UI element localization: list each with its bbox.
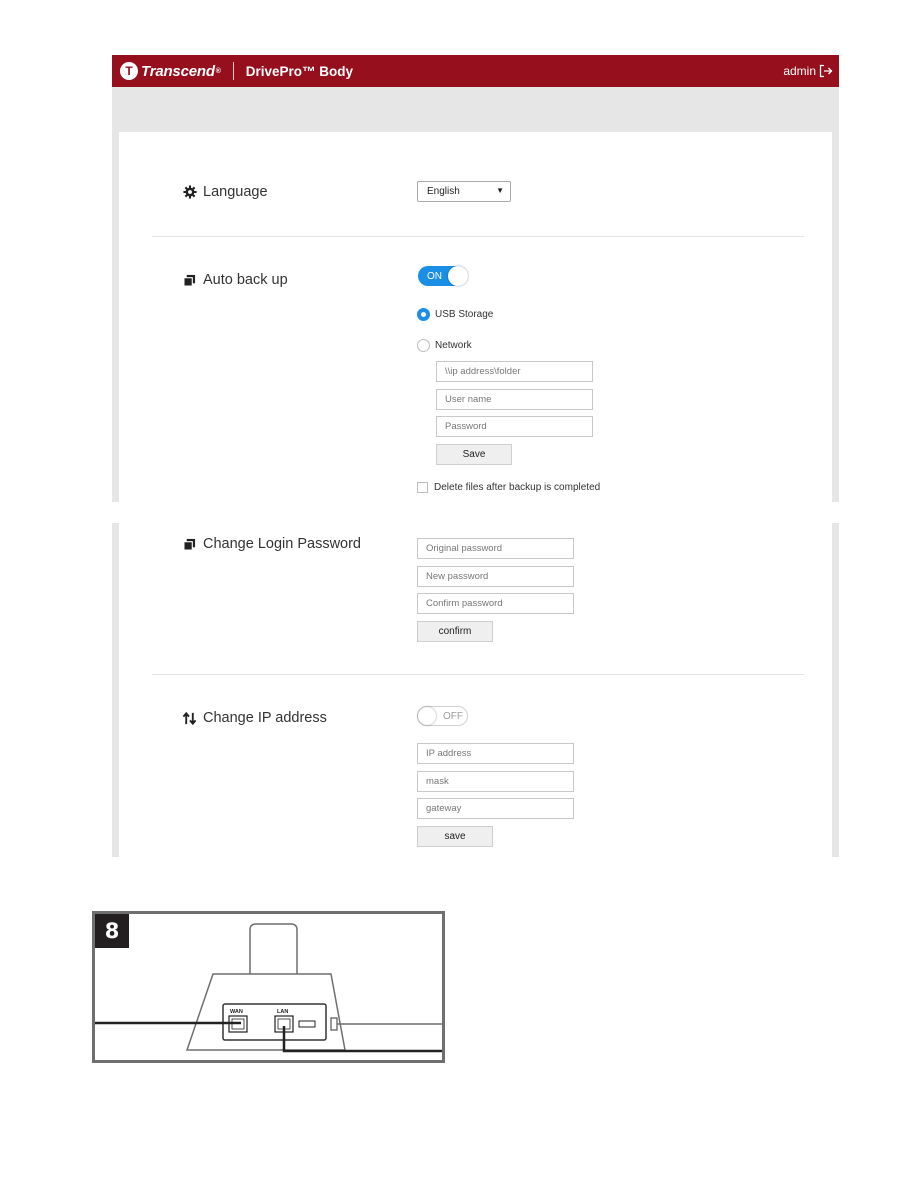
transcend-logo-icon: T: [120, 62, 138, 80]
radio-network[interactable]: Network: [417, 339, 472, 352]
logout-arrow-icon[interactable]: [819, 64, 833, 78]
camera-outline: [249, 923, 298, 974]
new-password-input[interactable]: [417, 566, 574, 587]
brand-name: Transcend: [141, 62, 215, 80]
section-divider: [152, 236, 804, 237]
change-password-section-title: Change Login Password: [182, 536, 361, 552]
radio-unselected-icon: [417, 339, 430, 352]
page-header-band: [112, 87, 839, 132]
copy-icon: [182, 273, 197, 288]
header-divider: [232, 62, 234, 80]
gear-icon: [182, 185, 197, 200]
delete-after-backup-checkbox[interactable]: Delete files after backup is completed: [417, 482, 600, 493]
network-path-input[interactable]: [436, 361, 593, 382]
up-down-arrows-icon: [182, 711, 197, 726]
dock-illustration: WAN LAN: [95, 923, 442, 1053]
gateway-input[interactable]: [417, 798, 574, 819]
network-password-input[interactable]: [436, 416, 593, 437]
confirm-password-button[interactable]: confirm: [417, 621, 493, 642]
section-divider: [152, 674, 804, 675]
change-ip-toggle[interactable]: OFF: [417, 706, 468, 726]
original-password-input[interactable]: [417, 538, 574, 559]
product-title: DrivePro™ Body: [245, 63, 354, 79]
ip-address-input[interactable]: [417, 743, 574, 764]
toggle-knob: [418, 707, 436, 725]
network-username-input[interactable]: [436, 389, 593, 410]
copy-icon: [182, 537, 197, 552]
usb-port: [298, 1020, 316, 1028]
side-connector: [330, 1017, 338, 1031]
top-bar: T Transcend ® DrivePro™ Body admin: [112, 55, 839, 87]
change-ip-section-title: Change IP address: [182, 710, 327, 726]
network-save-button[interactable]: Save: [436, 444, 512, 465]
ip-save-button[interactable]: save: [417, 826, 493, 847]
language-select[interactable]: English ▼: [417, 181, 511, 202]
radio-selected-icon: [417, 308, 430, 321]
user-menu[interactable]: admin: [783, 64, 833, 78]
radio-usb-storage[interactable]: USB Storage: [417, 308, 493, 321]
chevron-down-icon: ▼: [496, 186, 504, 195]
auto-backup-section-title: Auto back up: [182, 272, 288, 288]
wan-label: WAN: [230, 1009, 243, 1015]
connection-diagram: 8 WAN LAN: [92, 911, 445, 1063]
lan-label: LAN: [277, 1009, 288, 1015]
auto-backup-toggle[interactable]: ON: [418, 266, 468, 286]
confirm-password-input[interactable]: [417, 593, 574, 614]
username: admin: [783, 64, 816, 78]
mask-input[interactable]: [417, 771, 574, 792]
checkbox-box: [417, 482, 428, 493]
toggle-knob: [448, 266, 468, 286]
language-section-title: Language: [182, 184, 268, 200]
brand-logo: T Transcend ®: [120, 62, 221, 80]
